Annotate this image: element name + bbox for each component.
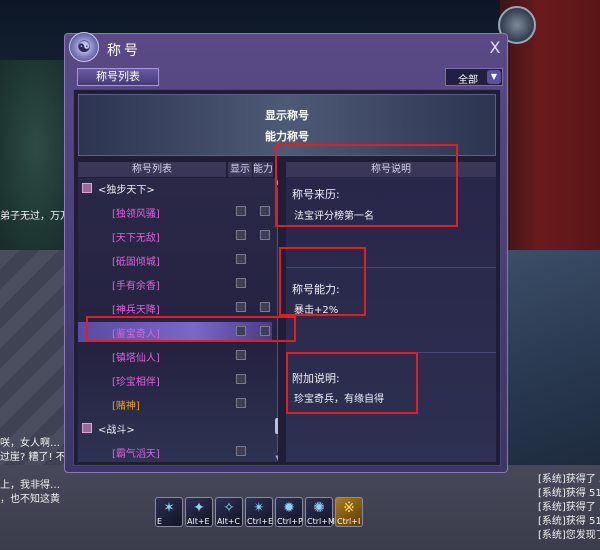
show-checkbox[interactable]: [236, 230, 246, 240]
skill-slot-alt-c[interactable]: ✧ Alt+C: [215, 497, 243, 527]
show-checkbox[interactable]: [236, 398, 246, 408]
skill-hotkey: Ctrl+M: [307, 517, 335, 526]
system-log-line: [系统]获得了 3: [538, 474, 600, 485]
title-label: [珍宝相伴]: [112, 377, 160, 388]
roof: [500, 250, 600, 470]
title-row[interactable]: [珍宝相伴]: [78, 370, 272, 390]
title-row[interactable]: [赌神]: [78, 394, 272, 414]
chat-line: 咲，女人啊…: [0, 438, 60, 449]
skill-hotkey: E: [157, 517, 163, 526]
skill-slot-ctrl-m[interactable]: ✺ Ctrl+M: [305, 497, 335, 527]
skill-hotkey: Ctrl+E: [247, 517, 273, 526]
scroll-down-icon[interactable]: ▼: [274, 454, 278, 462]
column-header-name: 称号列表: [78, 162, 226, 177]
system-log-line: [系统]获得了 3: [538, 502, 600, 513]
group-label: <战斗>: [98, 425, 135, 436]
chat-text-bottom: 咲，女人啊… 过崖? 糟了! 不 上，我非得… ，也不知这黄: [0, 437, 72, 507]
annotation-box-selected-row: [86, 316, 296, 342]
ability-checkbox[interactable]: [260, 302, 270, 312]
yin-yang-logo-icon: ☯: [69, 32, 99, 62]
ability-checkbox[interactable]: [260, 206, 270, 216]
collapse-icon[interactable]: [82, 183, 92, 193]
scroll-thumb[interactable]: [275, 418, 278, 434]
title-list-panel: 称号列表 显示 能力 <独步天下> [独领风骚] [天下无敌] [砥固倾城] […: [78, 162, 278, 462]
annotation-box-ability: [279, 247, 366, 316]
system-log-line: [系统]获得 51: [538, 516, 600, 527]
annotation-box-origin: [275, 144, 458, 227]
show-checkbox[interactable]: [236, 206, 246, 216]
system-log-line: [系统]您发现了: [538, 530, 600, 541]
skill-icon: ✹: [283, 500, 295, 516]
show-checkbox[interactable]: [236, 374, 246, 384]
skill-icon: ✦: [193, 500, 205, 516]
column-header-show: 显示: [228, 162, 252, 177]
skill-icon: ✧: [223, 500, 235, 516]
window-title: 称号: [107, 43, 141, 59]
column-header-ability: 能力: [253, 162, 273, 177]
skill-hotkey: Alt+E: [187, 517, 210, 526]
skill-hotkey: Ctrl+P: [277, 517, 303, 526]
title-row[interactable]: [砥固倾城]: [78, 250, 272, 270]
group-label: <独步天下>: [98, 185, 155, 196]
tab-title-list[interactable]: 称号列表: [77, 68, 159, 86]
filter-dropdown[interactable]: 全部 ▼: [445, 68, 503, 86]
title-label: [霸气滔天]: [112, 449, 160, 460]
title-row[interactable]: [天下无敌]: [78, 226, 272, 246]
title-row[interactable]: [手有余香]: [78, 274, 272, 294]
show-checkbox[interactable]: [236, 254, 246, 264]
title-label: [赌神]: [112, 401, 140, 412]
title-row[interactable]: [霸气滔天]: [78, 442, 272, 462]
chat-line: 弟子无过，万万手: [0, 211, 72, 222]
close-button[interactable]: X: [487, 39, 503, 57]
title-row[interactable]: [镇塔仙人]: [78, 346, 272, 366]
ability-title-label: 能力称号: [265, 130, 309, 143]
display-title-label: 显示称号: [265, 109, 309, 122]
ability-checkbox[interactable]: [260, 230, 270, 240]
filter-value: 全部: [458, 75, 478, 86]
title-label: [砥固倾城]: [112, 257, 160, 268]
show-checkbox[interactable]: [236, 446, 246, 456]
skill-slot-ctrl-e[interactable]: ✴ Ctrl+E: [245, 497, 273, 527]
skill-slot-e[interactable]: ✶ E: [155, 497, 183, 527]
title-label: [独领风骚]: [112, 209, 160, 220]
annotation-box-extra: [286, 352, 418, 414]
title-label: [天下无敌]: [112, 233, 160, 244]
group-row[interactable]: <独步天下>: [78, 178, 272, 198]
skill-bar: ✶ E ✦ Alt+E ✧ Alt+C ✴ Ctrl+E ✹ Ctrl+P ✺ Ctrl+M…: [155, 497, 363, 531]
title-label: [手有余香]: [112, 281, 160, 292]
title-row[interactable]: [独领风骚]: [78, 202, 272, 222]
skill-hotkey: Alt+C: [217, 517, 241, 526]
skill-icon: ✴: [253, 500, 265, 516]
system-log: [系统]获得了 3 [系统]获得 51 [系统]获得了 3 [系统]获得 51 …: [538, 473, 600, 543]
title-row[interactable]: [神兵天降]: [78, 298, 272, 318]
show-checkbox[interactable]: [236, 350, 246, 360]
title-label: [镇塔仙人]: [112, 353, 160, 364]
chevron-down-icon[interactable]: ▼: [487, 70, 501, 84]
title-label: [神兵天降]: [112, 305, 160, 316]
chat-line: 上，我非得…: [0, 480, 60, 491]
skill-slot-ctrl-p[interactable]: ✹ Ctrl+P: [275, 497, 303, 527]
skill-icon: ✺: [313, 500, 325, 516]
chat-line: 过崖? 糟了! 不: [0, 452, 66, 463]
chat-text-top: 弟子无过，万万手: [0, 210, 72, 224]
collapse-icon[interactable]: [82, 423, 92, 433]
group-row[interactable]: <战斗>: [78, 418, 272, 438]
show-checkbox[interactable]: [236, 302, 246, 312]
skill-slot-alt-e[interactable]: ✦ Alt+E: [185, 497, 213, 527]
system-log-line: [系统]获得 51: [538, 488, 600, 499]
skill-hotkey: Ctrl+I: [337, 517, 361, 526]
skill-icon: ※: [343, 500, 355, 516]
skill-icon: ✶: [163, 500, 175, 516]
show-checkbox[interactable]: [236, 278, 246, 288]
skill-slot-ctrl-i[interactable]: ※ Ctrl+I: [335, 497, 363, 527]
chat-line: ，也不知这黄: [0, 494, 60, 505]
